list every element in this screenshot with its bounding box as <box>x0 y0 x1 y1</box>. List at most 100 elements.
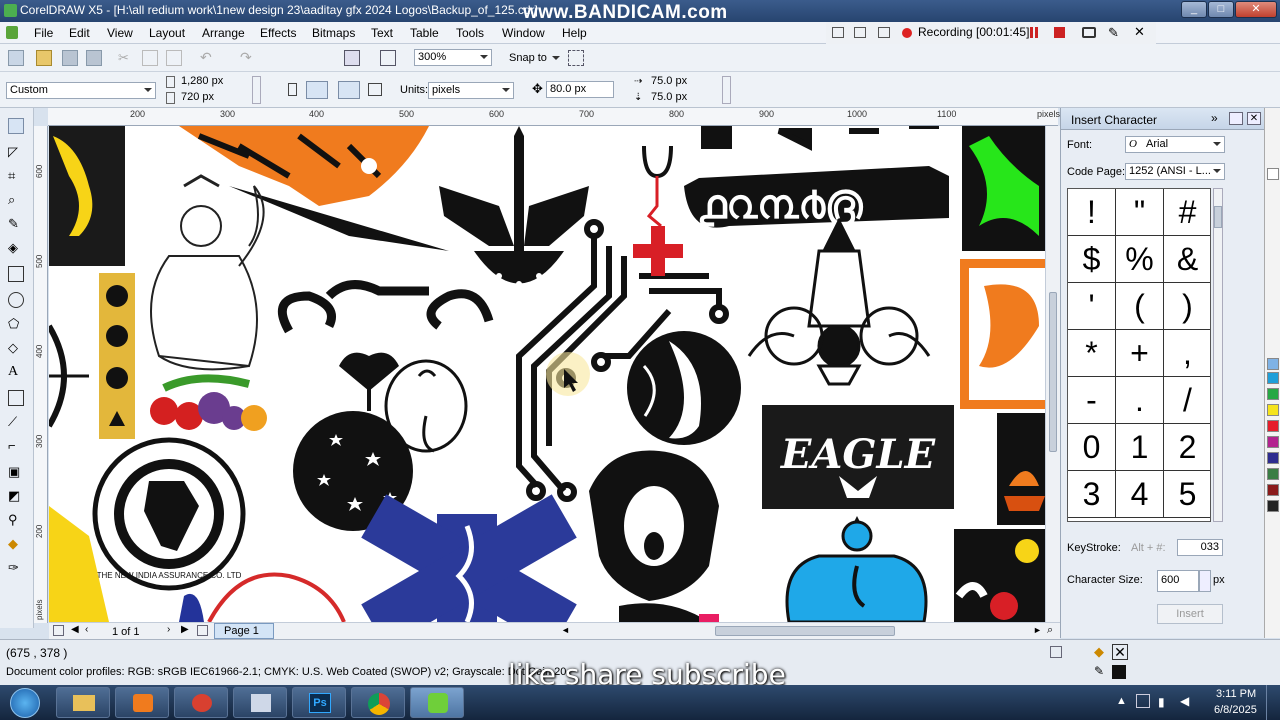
start-button[interactable] <box>10 688 40 718</box>
first-page-icon[interactable] <box>53 625 64 636</box>
media-player-taskbar-button[interactable] <box>115 687 169 718</box>
coreldraw-taskbar-button[interactable] <box>410 687 464 718</box>
menu-effects[interactable]: Effects <box>260 26 296 40</box>
add-page-icon[interactable] <box>197 625 208 636</box>
scroll-right-icon[interactable]: ► <box>1033 625 1042 635</box>
color-swatch[interactable] <box>1267 452 1279 464</box>
shape-tool-icon[interactable]: ◸ <box>8 144 24 160</box>
photoshop-taskbar-button[interactable]: Ps <box>292 687 346 718</box>
print-icon[interactable] <box>86 50 102 66</box>
char-cell[interactable]: 4 <box>1116 471 1164 518</box>
page-width-field[interactable]: 1,280 px <box>178 74 250 91</box>
paste-icon[interactable] <box>166 50 182 66</box>
restore-button[interactable]: □ <box>1208 1 1234 18</box>
all-pages-button[interactable] <box>338 81 360 99</box>
woman-profile-logo[interactable] <box>627 331 741 445</box>
color-swatch[interactable] <box>1267 404 1279 416</box>
explorer-taskbar-button[interactable] <box>56 687 110 718</box>
color-swatch[interactable] <box>1267 388 1279 400</box>
units-select[interactable]: pixels <box>428 82 514 99</box>
welcome-screen-icon[interactable] <box>380 50 396 66</box>
fill-tool-icon[interactable]: ◆ <box>8 536 24 552</box>
action-center-icon[interactable] <box>1136 694 1150 708</box>
crop-tool-icon[interactable]: ⌗ <box>8 168 24 184</box>
show-desktop-button[interactable] <box>1266 685 1280 720</box>
clock-time[interactable]: 3:11 PM <box>1216 688 1256 700</box>
fullscreen-icon[interactable] <box>854 27 866 38</box>
application-launcher-icon[interactable] <box>344 50 360 66</box>
malayalam-text-logo[interactable]: ൧൨൩൪൫ <box>684 126 949 228</box>
cut-icon[interactable]: ✂ <box>118 50 134 66</box>
color-swatch[interactable] <box>1267 420 1279 432</box>
outline-tool-icon[interactable]: ✑ <box>8 560 24 576</box>
char-cell[interactable]: & <box>1164 236 1210 283</box>
color-swatch[interactable] <box>1267 372 1279 384</box>
window-icon[interactable] <box>832 27 844 38</box>
menu-arrange[interactable]: Arrange <box>202 26 245 40</box>
char-cell[interactable]: 3 <box>1068 471 1116 518</box>
char-cell[interactable]: / <box>1164 377 1210 424</box>
menu-text[interactable]: Text <box>371 26 393 40</box>
open-icon[interactable] <box>36 50 52 66</box>
snap-settings-icon[interactable] <box>1050 646 1062 658</box>
color-swatch[interactable] <box>1267 168 1279 180</box>
duplicate-y-field[interactable]: 75.0 px <box>648 90 720 107</box>
close-button[interactable]: ✕ <box>1235 1 1277 18</box>
scroll-left-icon[interactable]: ◄ <box>561 625 570 635</box>
app-taskbar-button[interactable] <box>174 687 228 718</box>
basic-shapes-icon[interactable]: ◇ <box>8 340 24 356</box>
zoom-tool-icon[interactable]: ⌕ <box>8 192 24 208</box>
hanuman-illustration[interactable] <box>150 174 265 371</box>
docker-close-button[interactable]: ✕ <box>1247 112 1261 125</box>
char-cell[interactable]: ' <box>1068 283 1116 330</box>
copy-icon[interactable] <box>142 50 158 66</box>
fruits-logo[interactable] <box>150 374 267 431</box>
char-cell[interactable]: 1 <box>1116 424 1164 471</box>
polygon-tool-icon[interactable]: ⬠ <box>8 316 24 332</box>
new-icon[interactable] <box>8 50 24 66</box>
color-swatch[interactable] <box>1267 358 1279 370</box>
vertical-scrollbar[interactable] <box>1045 126 1060 622</box>
current-page-icon[interactable] <box>368 83 382 96</box>
transparency-tool-icon[interactable]: ◩ <box>8 488 24 504</box>
font-select[interactable]: O Arial <box>1125 136 1225 153</box>
redo-icon[interactable]: ↷ <box>240 49 256 65</box>
menu-layout[interactable]: Layout <box>149 26 185 40</box>
medical-logo[interactable] <box>633 145 683 276</box>
volume-icon[interactable]: ◀ <box>1180 694 1189 708</box>
char-cell[interactable]: , <box>1164 330 1210 377</box>
portrait-icon[interactable] <box>288 83 297 96</box>
previous-icon[interactable]: ‹ <box>85 624 88 635</box>
region-icon[interactable] <box>878 27 890 38</box>
char-cell[interactable]: $ <box>1068 236 1116 283</box>
table-tool-icon[interactable] <box>8 390 24 406</box>
blue-ganesha-logo[interactable] <box>785 516 928 622</box>
insert-button[interactable]: Insert <box>1157 604 1223 624</box>
pick-tool-icon[interactable] <box>8 118 24 134</box>
keystroke-field[interactable]: 033 <box>1177 539 1223 556</box>
new-india-assurance-logo[interactable]: THE NEW INDIA ASSURANCE CO. LTD <box>92 437 246 591</box>
close-rec-icon[interactable]: ✕ <box>1134 24 1145 40</box>
code-page-select[interactable]: 1252 (ANSI - L... <box>1125 163 1225 180</box>
page-tab[interactable]: Page 1 <box>214 623 274 639</box>
character-size-spinner[interactable] <box>1199 570 1211 592</box>
color-swatch[interactable] <box>1267 484 1279 496</box>
undo-icon[interactable]: ↶ <box>200 49 216 65</box>
char-cell[interactable]: 5 <box>1164 471 1210 518</box>
ellipse-tool-icon[interactable] <box>8 292 24 308</box>
color-swatch[interactable] <box>1267 468 1279 480</box>
duplicate-spinner[interactable] <box>722 76 731 104</box>
character-grid-scroll-thumb[interactable] <box>1214 206 1222 228</box>
last-page-icon[interactable]: ▶ <box>181 624 189 635</box>
char-cell[interactable]: 2 <box>1164 424 1210 471</box>
pencil-icon[interactable]: ✎ <box>1108 25 1119 41</box>
page-height-field[interactable]: 720 px <box>178 90 250 107</box>
size-spinner[interactable] <box>252 76 261 104</box>
clock-date[interactable]: 6/8/2025 <box>1214 704 1257 716</box>
save-icon[interactable] <box>62 50 78 66</box>
character-grid-scrollbar[interactable] <box>1213 188 1223 522</box>
menu-table[interactable]: Table <box>410 26 439 40</box>
zoom-navigator-icon[interactable]: ⌕ <box>1047 624 1053 637</box>
zoom-level-select[interactable]: 300% <box>414 49 492 66</box>
landscape-button[interactable] <box>306 81 328 99</box>
